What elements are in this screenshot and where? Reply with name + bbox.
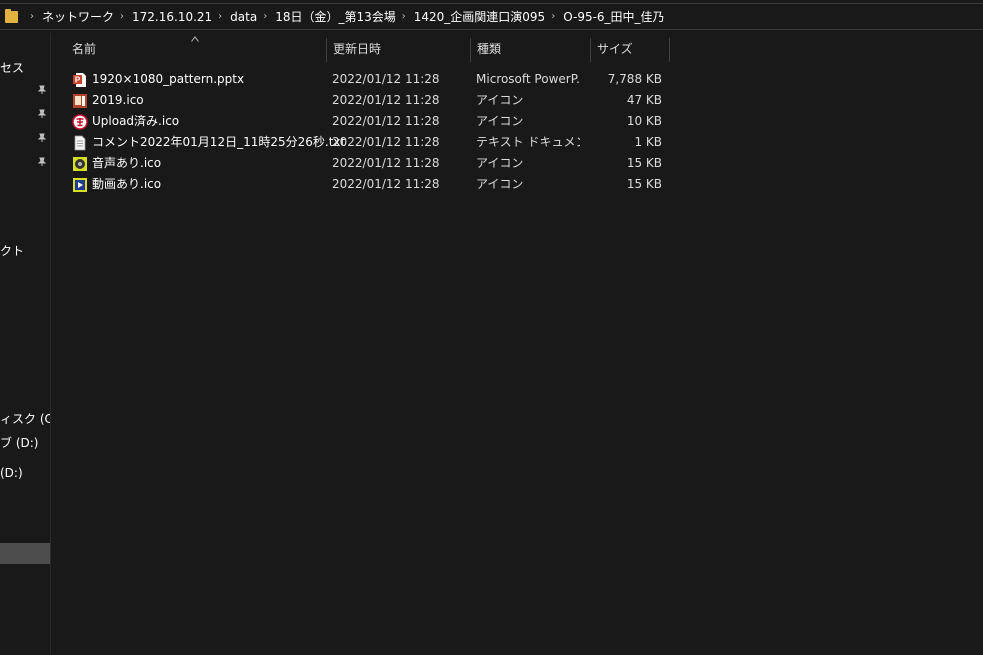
- file-row[interactable]: 2019.ico 2022/01/12 11:28 アイコン 47 KB: [68, 90, 668, 111]
- file-date: 2022/01/12 11:28: [332, 177, 440, 191]
- chevron-right-icon[interactable]: ›: [402, 11, 406, 22]
- sort-ascending-icon: [191, 36, 199, 42]
- file-size: 7,788 KB: [607, 72, 662, 86]
- nav-item-quick-access[interactable]: セス: [0, 59, 24, 76]
- file-name[interactable]: 1920×1080_pattern.pptx: [92, 69, 244, 90]
- pin-icon[interactable]: [37, 109, 47, 119]
- text-file-icon: [74, 135, 86, 151]
- breadcrumb[interactable]: › ネットワーク › 172.16.10.21 › data › 18日（金）_…: [0, 3, 983, 30]
- nav-item-drive-d-2[interactable]: (D:): [0, 466, 23, 480]
- address-bar: › ネットワーク › 172.16.10.21 › data › 18日（金）_…: [0, 0, 983, 33]
- column-header-date[interactable]: 更新日時: [333, 33, 381, 63]
- file-name[interactable]: Upload済み.ico: [92, 111, 179, 132]
- file-type: アイコン: [476, 93, 524, 107]
- file-date: 2022/01/12 11:28: [332, 156, 440, 170]
- nav-item-drive-d[interactable]: ブ (D:): [0, 434, 38, 451]
- video-icon: [73, 178, 87, 192]
- audio-icon: [73, 157, 87, 171]
- file-name[interactable]: 動画あり.ico: [92, 174, 161, 195]
- file-date: 2022/01/12 11:28: [332, 135, 440, 149]
- file-size: 10 KB: [626, 114, 662, 128]
- column-header: 名前 更新日時 種類 サイズ: [52, 33, 672, 63]
- column-header-name[interactable]: 名前: [72, 33, 96, 63]
- column-divider[interactable]: [326, 38, 327, 62]
- pin-icon[interactable]: [37, 157, 47, 167]
- column-divider[interactable]: [669, 38, 670, 62]
- file-date: 2022/01/12 11:28: [332, 114, 440, 128]
- file-size: 15 KB: [626, 156, 662, 170]
- breadcrumb-item-host[interactable]: 172.16.10.21: [132, 10, 212, 24]
- file-size: 1 KB: [634, 135, 662, 149]
- nav-item-project[interactable]: クト: [0, 242, 24, 259]
- file-type: アイコン: [476, 177, 524, 191]
- nav-item-drive-c[interactable]: ィスク (C:): [0, 410, 50, 427]
- column-divider[interactable]: [470, 38, 471, 62]
- column-divider[interactable]: [590, 38, 591, 62]
- breadcrumb-item-network[interactable]: ネットワーク: [42, 8, 114, 25]
- file-type: アイコン: [476, 114, 524, 128]
- file-size: 15 KB: [626, 177, 662, 191]
- nav-selected-item[interactable]: [0, 543, 50, 564]
- breadcrumb-item-day[interactable]: 18日（金）_第13会場: [275, 8, 396, 25]
- file-row[interactable]: 動画あり.ico 2022/01/12 11:28 アイコン 15 KB: [68, 174, 668, 195]
- ico-2019-icon: [73, 94, 87, 108]
- column-header-size[interactable]: サイズ: [597, 33, 633, 63]
- file-date: 2022/01/12 11:28: [332, 72, 440, 86]
- breadcrumb-item-current[interactable]: O-95-6_田中_佳乃: [563, 8, 664, 25]
- file-size: 47 KB: [626, 93, 662, 107]
- pin-icon[interactable]: [37, 133, 47, 143]
- file-row[interactable]: P 1920×1080_pattern.pptx 2022/01/12 11:2…: [68, 69, 668, 90]
- breadcrumb-item-session[interactable]: 1420_企画関連口演095: [414, 8, 545, 25]
- file-type: Microsoft PowerP...: [476, 72, 580, 86]
- file-type: テキスト ドキュメント: [476, 135, 580, 149]
- file-type: アイコン: [476, 156, 524, 170]
- chevron-right-icon[interactable]: ›: [263, 11, 267, 22]
- file-name[interactable]: 2019.ico: [92, 90, 144, 111]
- file-name[interactable]: コメント2022年01月12日_11時25分26秒.txt: [92, 132, 345, 153]
- powerpoint-file-icon: P: [73, 73, 86, 87]
- chevron-right-icon[interactable]: ›: [551, 11, 555, 22]
- file-date: 2022/01/12 11:28: [332, 93, 440, 107]
- chevron-right-icon[interactable]: ›: [30, 11, 34, 22]
- breadcrumb-item-data[interactable]: data: [230, 10, 257, 24]
- file-list: 名前 更新日時 種類 サイズ P 1920×1080_pattern.pptx …: [52, 33, 983, 655]
- column-header-type[interactable]: 種類: [477, 33, 501, 63]
- uploaded-stamp-icon: [72, 114, 88, 130]
- chevron-right-icon[interactable]: ›: [218, 11, 222, 22]
- chevron-right-icon[interactable]: ›: [120, 11, 124, 22]
- pin-icon[interactable]: [37, 85, 47, 95]
- svg-text:P: P: [75, 76, 81, 85]
- navigation-pane: セス クト ィスク (C:) ブ (D:) (D:): [0, 33, 51, 655]
- file-name[interactable]: 音声あり.ico: [92, 153, 161, 174]
- file-row[interactable]: コメント2022年01月12日_11時25分26秒.txt 2022/01/12…: [68, 132, 668, 153]
- file-row[interactable]: Upload済み.ico 2022/01/12 11:28 アイコン 10 KB: [68, 111, 668, 132]
- file-row[interactable]: 音声あり.ico 2022/01/12 11:28 アイコン 15 KB: [68, 153, 668, 174]
- folder-icon: [5, 8, 18, 23]
